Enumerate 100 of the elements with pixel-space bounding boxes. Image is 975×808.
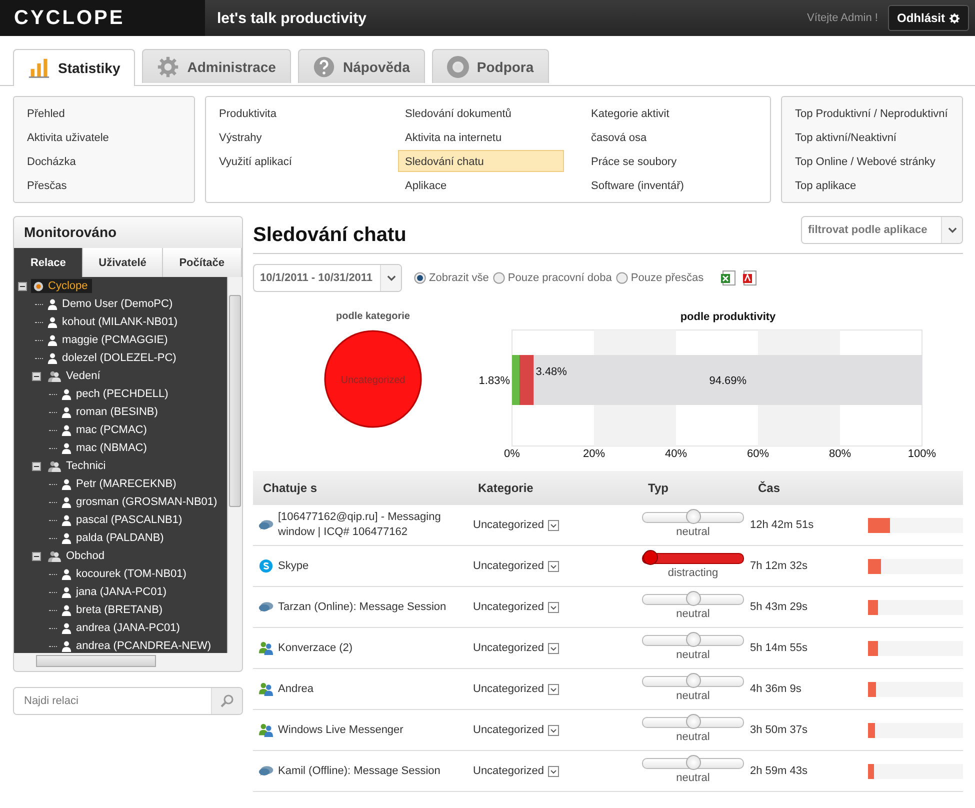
slider-thumb[interactable]: [686, 755, 701, 770]
collapse-icon[interactable]: [18, 282, 27, 290]
submenu-link[interactable]: Práce se soubory: [584, 150, 750, 172]
column-header[interactable]: Kategorie: [468, 481, 638, 495]
dropdown-button[interactable]: [548, 602, 559, 612]
tree-item[interactable]: kocourek (TOM-NB01): [59, 567, 190, 581]
logout-button[interactable]: Odhlásit: [888, 5, 969, 31]
submenu-link[interactable]: Sledování dokumentů: [398, 102, 564, 124]
search-box[interactable]: Najdi relaci: [13, 687, 243, 715]
submenu-link[interactable]: Top aplikace: [788, 174, 955, 196]
radio-option[interactable]: Pouze přesčas: [616, 272, 704, 284]
lifebuoy-icon: [446, 56, 469, 78]
date-range-dropdown[interactable]: 10/1/2011 - 10/31/2011: [253, 264, 402, 292]
submenu-link[interactable]: Přesčas: [20, 174, 186, 196]
dropdown-button[interactable]: [548, 560, 559, 572]
slider-track[interactable]: [642, 553, 744, 564]
slider-thumb[interactable]: [686, 591, 701, 606]
user-icon: [47, 352, 58, 364]
submenu-link[interactable]: Software (inventář): [584, 174, 750, 196]
dropdown-button[interactable]: [548, 642, 559, 654]
search-icon[interactable]: [211, 688, 242, 714]
user-icon: [61, 622, 72, 634]
tree-item[interactable]: Obchod: [45, 549, 109, 563]
slider-thumb[interactable]: [643, 550, 658, 565]
excel-icon[interactable]: [720, 270, 736, 286]
submenu-link[interactable]: Výstrahy: [212, 126, 378, 148]
sidebar-title: Monitorováno: [14, 217, 242, 248]
tree-item[interactable]: palda (PALDANB): [59, 531, 168, 545]
submenu-link[interactable]: časová osa: [584, 126, 750, 148]
tree-item[interactable]: breta (BRETANB): [59, 603, 167, 617]
slider-thumb[interactable]: [686, 714, 701, 729]
user-icon: [61, 496, 72, 508]
submenu-link[interactable]: Přehled: [20, 102, 186, 124]
submenu-link[interactable]: Využití aplikací: [212, 150, 378, 172]
submenu-link[interactable]: Aktivita na internetu: [398, 126, 564, 148]
nav-tab[interactable]: Podpora: [432, 49, 549, 83]
collapse-icon[interactable]: [32, 462, 41, 470]
slider-track[interactable]: [642, 512, 744, 523]
time-cell-text: 12h 42m 51s: [749, 519, 815, 531]
radio-button[interactable]: [492, 272, 505, 284]
submenu-link[interactable]: Docházka: [20, 150, 186, 172]
dropdown-button[interactable]: [548, 724, 559, 736]
dropdown-button[interactable]: [548, 520, 559, 530]
slider-thumb[interactable]: [686, 673, 701, 688]
submenu-link[interactable]: Sledování chatu: [398, 150, 564, 172]
radio-button[interactable]: [414, 272, 426, 284]
radio-option[interactable]: Pouze pracovní doba: [492, 272, 612, 284]
tree-item[interactable]: Cyclope: [31, 279, 92, 293]
submenu-link[interactable]: Produktivita: [212, 102, 378, 124]
horizontal-scrollbar[interactable]: [14, 653, 242, 671]
tree-item[interactable]: Vedení: [45, 369, 104, 383]
nav-tab[interactable]: Nápověda: [298, 49, 425, 83]
slider-track[interactable]: [642, 717, 744, 728]
tree-item[interactable]: mac (PCMAC): [59, 423, 151, 437]
sidebar-tab[interactable]: Počítače: [162, 248, 242, 277]
slider-track[interactable]: [642, 758, 744, 769]
radio-option[interactable]: Zobrazit vše: [414, 272, 489, 284]
submenu-link[interactable]: Top Produktivní / Neproduktivní: [788, 102, 955, 124]
tree-item[interactable]: Technici: [45, 459, 110, 473]
user-icon: [47, 334, 58, 346]
tree-item[interactable]: grosman (GROSMAN-NB01): [59, 495, 222, 509]
vertical-scrollbar[interactable]: [227, 277, 242, 653]
tree-item[interactable]: andrea (JANA-PC01): [59, 621, 184, 635]
nav-tab[interactable]: Administrace: [142, 49, 291, 83]
tree-item[interactable]: roman (BESINB): [59, 405, 162, 419]
tree-item[interactable]: Demo User (DemoPC): [45, 297, 177, 311]
slider-thumb[interactable]: [686, 509, 701, 524]
tree-item[interactable]: pech (PECHDELL): [59, 387, 172, 401]
tree-item[interactable]: andrea (PCANDREA-NEW): [59, 639, 216, 653]
collapse-icon[interactable]: [32, 372, 41, 380]
tree-item[interactable]: kohout (MILANK-NB01): [45, 315, 182, 329]
column-header[interactable]: Typ: [638, 481, 748, 495]
tree-item[interactable]: jana (JANA-PC01): [59, 585, 170, 599]
type-label: distracting: [668, 567, 718, 579]
tree-item[interactable]: pascal (PASCALNB1): [59, 513, 186, 527]
submenu-link[interactable]: Aplikace: [398, 174, 564, 196]
column-header[interactable]: Chatuje s: [253, 481, 468, 495]
radio-button[interactable]: [616, 272, 628, 284]
column-header[interactable]: Čas: [748, 481, 863, 495]
tree-item[interactable]: mac (NBMAC): [59, 441, 151, 455]
tree-item[interactable]: dolezel (DOLEZEL-PC): [45, 351, 180, 365]
nav-tab[interactable]: Statistiky: [13, 49, 136, 86]
slider-track[interactable]: [642, 635, 744, 646]
slider-track[interactable]: [642, 594, 744, 605]
submenu-link[interactable]: Top aktivní/Neaktivní: [788, 126, 955, 148]
submenu-link[interactable]: Top Online / Webové stránky: [788, 150, 955, 172]
collapse-icon[interactable]: [32, 552, 41, 560]
submenu-link[interactable]: Kategorie aktivit: [584, 102, 750, 124]
tree-item[interactable]: Petr (MARECEKNB): [59, 477, 180, 491]
filter-dropdown[interactable]: filtrovat podle aplikace: [801, 216, 963, 244]
sidebar-tab[interactable]: Uživatelé: [83, 248, 163, 277]
user-icon: [61, 640, 72, 652]
pdf-icon[interactable]: [742, 270, 758, 286]
slider-thumb[interactable]: [686, 632, 701, 647]
slider-track[interactable]: [642, 676, 744, 687]
user-icon: [47, 316, 58, 328]
dropdown-button[interactable]: [548, 684, 559, 694]
submenu-link[interactable]: Aktivita uživatele: [20, 126, 186, 148]
dropdown-button[interactable]: [548, 766, 559, 776]
tree-item[interactable]: maggie (PCMAGGIE): [45, 333, 172, 347]
